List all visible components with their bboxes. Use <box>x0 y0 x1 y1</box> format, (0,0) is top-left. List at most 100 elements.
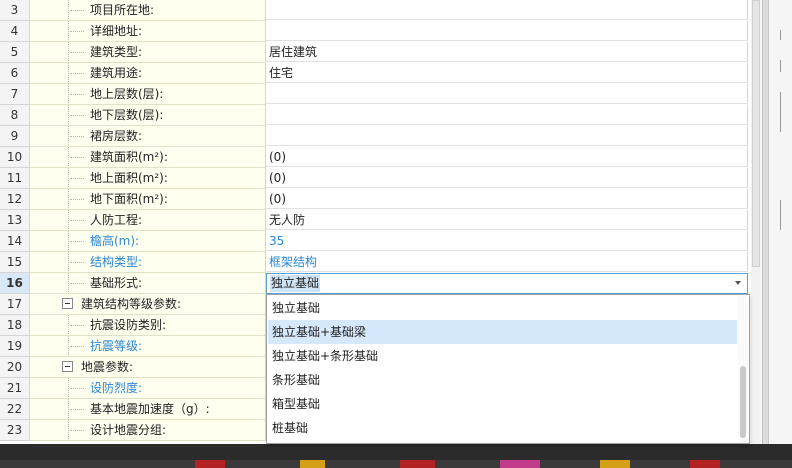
property-label: 设防烈度: <box>90 381 143 395</box>
property-name-cell: 地上面积(m²): <box>30 168 266 189</box>
grid-row[interactable]: 7 地上层数(层): <box>0 84 750 105</box>
property-label: 基本地震加速度（g）: <box>90 402 210 416</box>
property-label: 抗震设防类别: <box>90 318 167 332</box>
grid-row[interactable]: 13 人防工程: 无人防 <box>0 210 750 231</box>
dropdown-option-highlighted[interactable]: 独立基础+基础梁 <box>268 320 737 344</box>
row-number: 11 <box>0 168 30 189</box>
property-label: 建筑面积(m²): <box>90 150 168 164</box>
collapse-icon[interactable] <box>62 298 73 309</box>
property-value-cell[interactable]: 35 <box>266 231 748 251</box>
property-name-cell: 基础形式: <box>30 273 266 294</box>
row-number: 4 <box>0 21 30 42</box>
grid-row[interactable]: 11 地上面积(m²): (0) <box>0 168 750 189</box>
property-value-cell[interactable]: 框架结构 <box>266 252 748 272</box>
row-number: 16 <box>0 273 30 294</box>
property-label: 檐高(m): <box>90 234 140 248</box>
dropdown-scrollbar[interactable] <box>738 296 748 442</box>
row-number: 7 <box>0 84 30 105</box>
property-value-cell[interactable] <box>266 105 748 125</box>
property-name-cell: 基本地震加速度（g）: <box>30 399 266 420</box>
property-label: 详细地址: <box>90 24 143 38</box>
foundation-type-dropdown[interactable]: 独立基础 独立基础+基础梁 独立基础+条形基础 条形基础 箱型基础 桩基础 <box>266 294 750 444</box>
grid-row[interactable]: 6 建筑用途: 住宅 <box>0 63 750 84</box>
grid-row[interactable]: 14 檐高(m): 35 <box>0 231 750 252</box>
property-label: 人防工程: <box>90 213 143 227</box>
row-number: 17 <box>0 294 30 315</box>
dropdown-option[interactable]: 桩基础 <box>268 416 737 440</box>
property-name-cell: 建筑面积(m²): <box>30 147 266 168</box>
property-value-cell[interactable] <box>266 0 748 20</box>
property-label: 地上层数(层): <box>90 87 164 101</box>
property-value-cell[interactable]: (0) <box>266 147 748 167</box>
dropdown-option[interactable]: 独立基础 <box>268 296 737 320</box>
grid-row[interactable]: 10 建筑面积(m²): (0) <box>0 147 750 168</box>
property-label: 建筑用途: <box>90 66 143 80</box>
property-name-cell: 设计地震分组: <box>30 420 266 441</box>
row-number: 3 <box>0 0 30 21</box>
grid-row[interactable]: 9 裙房层数: <box>0 126 750 147</box>
property-name-cell: 抗震等级: <box>30 336 266 357</box>
group-label: 地震参数: <box>81 360 134 374</box>
property-value-cell[interactable]: (0) <box>266 168 748 188</box>
property-label: 基础形式: <box>90 276 143 290</box>
row-number: 5 <box>0 42 30 63</box>
property-name-cell: 地下面积(m²): <box>30 189 266 210</box>
grid-row[interactable]: 12 地下面积(m²): (0) <box>0 189 750 210</box>
collapse-icon[interactable] <box>62 361 73 372</box>
grid-row[interactable]: 4 详细地址: <box>0 21 750 42</box>
property-value-cell[interactable]: 居住建筑 <box>266 42 748 62</box>
row-number: 22 <box>0 399 30 420</box>
property-name-cell: 抗震设防类别: <box>30 315 266 336</box>
property-value-cell[interactable]: 住宅 <box>266 63 748 83</box>
property-label: 地下层数(层): <box>90 108 164 122</box>
foundation-type-combobox[interactable]: 独立基础 <box>266 273 748 294</box>
property-name-cell: 地下层数(层): <box>30 105 266 126</box>
property-label: 地下面积(m²): <box>90 192 168 206</box>
grid-row[interactable]: 3 项目所在地: <box>0 0 750 21</box>
combobox-value: 独立基础 <box>270 275 321 292</box>
property-label: 抗震等级: <box>90 339 143 353</box>
property-value-cell[interactable] <box>266 84 748 104</box>
property-label: 结构类型: <box>90 255 143 269</box>
row-number: 10 <box>0 147 30 168</box>
row-number: 23 <box>0 420 30 441</box>
property-name-cell: 裙房层数: <box>30 126 266 147</box>
property-name-cell: 详细地址: <box>30 21 266 42</box>
dropdown-scrollbar-thumb[interactable] <box>740 366 746 438</box>
grid-row[interactable]: 8 地下层数(层): <box>0 105 750 126</box>
dropdown-option[interactable]: 独立基础+条形基础 <box>268 344 737 368</box>
property-name-cell: 设防烈度: <box>30 378 266 399</box>
property-label: 设计地震分组: <box>90 423 167 437</box>
chevron-down-icon[interactable] <box>735 281 741 285</box>
panel-tick <box>780 30 781 40</box>
row-number: 20 <box>0 357 30 378</box>
row-number: 9 <box>0 126 30 147</box>
property-name-cell: 人防工程: <box>30 210 266 231</box>
row-number: 6 <box>0 63 30 84</box>
dropdown-option[interactable]: 箱型基础 <box>268 392 737 416</box>
property-name-cell: 地震参数: <box>30 357 266 378</box>
panel-tick <box>780 60 781 72</box>
property-name-cell: 建筑类型: <box>30 42 266 63</box>
row-number: 12 <box>0 189 30 210</box>
row-number: 21 <box>0 378 30 399</box>
property-value-cell[interactable] <box>266 21 748 41</box>
drawing-view-strip <box>0 444 792 468</box>
row-number: 8 <box>0 105 30 126</box>
property-name-cell: 结构类型: <box>30 252 266 273</box>
property-name-cell: 地上层数(层): <box>30 84 266 105</box>
dropdown-option[interactable]: 条形基础 <box>268 368 737 392</box>
grid-row[interactable]: 15 结构类型: 框架结构 <box>0 252 750 273</box>
grid-row[interactable]: 5 建筑类型: 居住建筑 <box>0 42 750 63</box>
property-value-cell[interactable]: 无人防 <box>266 210 748 230</box>
property-value-cell[interactable] <box>266 126 748 146</box>
row-number: 14 <box>0 231 30 252</box>
panel-tick <box>780 200 781 230</box>
panel-tick <box>780 92 781 132</box>
row-number: 15 <box>0 252 30 273</box>
grid-scrollbar-thumb[interactable] <box>752 0 760 267</box>
row-number: 13 <box>0 210 30 231</box>
property-value-cell[interactable]: (0) <box>266 189 748 209</box>
property-label: 地上面积(m²): <box>90 171 168 185</box>
row-number: 19 <box>0 336 30 357</box>
